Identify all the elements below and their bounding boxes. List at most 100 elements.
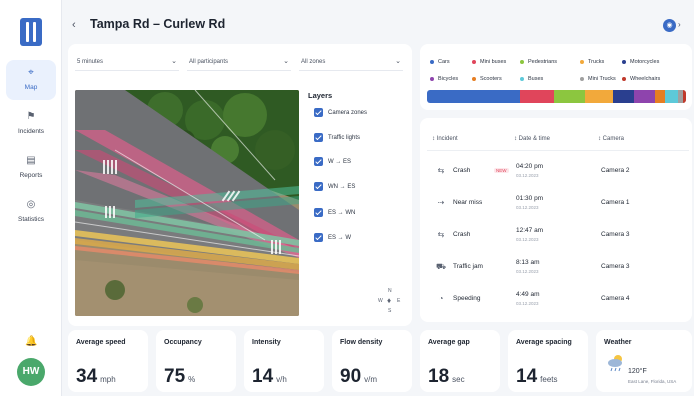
weather-card: Weather 120°F East Lane, Florida, USA [596,330,692,392]
sidebar-item-reports[interactable]: ▤ Reports [6,148,56,188]
column-label: Incident [436,136,458,142]
legend-label: Mini buses [480,59,507,65]
legend-item[interactable]: Mini buses [472,58,506,66]
layer-wn-es[interactable]: WN → ES [314,182,355,194]
stat-average-gap: Average gap 18 sec [420,330,500,392]
new-badge: NEW [494,168,509,173]
column-incident[interactable]: ↕ Incident [432,136,458,142]
stat-number: 14 [516,366,538,387]
traffic-jam-icon: ⛟ [436,262,447,271]
stat-label: Flow density [340,339,383,346]
layer-es-wn[interactable]: ES → WN [314,208,355,220]
legend-dot-icon [430,76,434,81]
column-label: Date & time [518,136,551,142]
legend-item[interactable]: Trucks [580,58,604,66]
page-title: Tampa Rd – Curlew Rd [90,17,226,31]
speeding-icon: ◔ [438,294,444,303]
legend-label: Wheelchairs [630,76,661,82]
checkbox-checked[interactable] [314,208,323,217]
distribution-segment [613,90,635,103]
divider [427,150,689,151]
layer-label: WN → ES [328,184,356,191]
legend-label: Trucks [588,59,605,65]
incident-time: 04:20 pm [516,163,544,170]
compass-s: S [388,308,392,314]
zones-select[interactable]: All zones ⌄ [299,55,403,71]
stat-number: 34 [76,366,98,387]
incident-camera: Camera 4 [601,295,630,302]
map-pin-icon: ⌖ [28,67,34,78]
legend-dot-icon [472,59,476,64]
stat-unit: mph [100,375,116,384]
stat-intensity: Intensity 14 v/h [244,330,324,392]
avatar[interactable]: HW [17,358,45,386]
incident-time: 12:47 am [516,227,544,234]
compass-w: W [378,298,383,304]
table-row[interactable]: ⇆ Crash NEW 04:20 pm 03.12.2023 Camera 2 [420,156,692,186]
incident-time: 01:30 pm [516,195,544,202]
compass-e: E [397,298,401,304]
column-camera[interactable]: ↕ Camera [598,136,624,142]
participants-select[interactable]: All participants ⌄ [187,55,291,71]
chevron-right-icon[interactable]: › [678,20,688,31]
column-datetime[interactable]: ↕ Date & time [514,136,550,142]
table-row[interactable]: ◔ Speeding 4:49 am 03.12.2023 Camera 4 [420,284,692,314]
legend-item[interactable]: Cars [430,58,450,66]
zones-select-value: All zones [301,59,326,65]
layer-camera-zones[interactable]: Camera zones [314,108,367,120]
stat-label: Weather [604,339,632,346]
legend-dot-icon [520,59,524,64]
incident-date: 03.12.2023 [516,269,539,274]
checkbox-checked[interactable] [314,157,323,166]
stat-value: 18 sec [428,366,465,388]
stat-value: 90 v/m [340,366,377,388]
stat-value: 75% [164,366,195,388]
sidebar: ⌖ Map ⚑ Incidents ▤ Reports ◎ Statistics… [0,0,62,396]
sidebar-item-label: Statistics [17,216,44,223]
chevron-down-icon: ⌄ [283,58,289,65]
legend-item[interactable]: Motorcycles [622,58,659,66]
legend-item[interactable]: Bicycles [430,75,458,83]
incident-name: Speeding [453,295,481,302]
sidebar-item-label: Map [24,84,38,91]
chevron-down-icon: ⌄ [171,58,177,65]
camera-icon[interactable]: ◉ [663,19,676,32]
stat-label: Occupancy [164,339,202,346]
layer-w-es[interactable]: W → ES [314,157,351,169]
legend-item[interactable]: Mini Trucks [580,75,616,83]
checkbox-checked[interactable] [314,108,323,117]
stat-label: Average speed [76,339,126,346]
stat-average-spacing: Average spacing 14 feets [508,330,588,392]
table-row[interactable]: ⛟ Traffic jam 8:13 am 03.12.2023 Camera … [420,252,692,282]
legend-item[interactable]: Wheelchairs [622,75,660,83]
chevron-left-icon[interactable]: ‹ [72,19,76,31]
legend-item[interactable]: Buses [520,75,543,83]
sidebar-item-incidents[interactable]: ⚑ Incidents [6,104,56,144]
layer-es-w[interactable]: ES → W [314,233,351,245]
bell-icon[interactable]: 🔔 [25,336,37,348]
app-logo[interactable] [20,18,42,46]
incident-name: Near miss [453,199,483,206]
distribution-segment [665,90,679,103]
checkbox-checked[interactable] [314,233,323,242]
stat-average-speed: Average speed 34 mph [68,330,148,392]
sidebar-item-map[interactable]: ⌖ Map [6,60,56,100]
layer-traffic-lights[interactable]: Traffic lights [314,133,360,145]
distribution-segment [584,90,614,103]
layer-label: Traffic lights [328,135,361,142]
checkbox-checked[interactable] [314,133,323,142]
legend-item[interactable]: Scooters [472,75,502,83]
legend-item[interactable]: Pedestrians [520,58,557,66]
interval-select[interactable]: 5 minutes ⌄ [75,55,179,71]
compass-n: N [388,288,392,294]
table-row[interactable]: ⇢ Near miss 01:30 pm 03.12.2023 Camera 1 [420,188,692,218]
checkbox-checked[interactable] [314,182,323,191]
crash-icon: ⇆ [437,230,445,239]
table-row[interactable]: ⇆ Crash 12:47 am 03.12.2023 Camera 3 [420,220,692,250]
sidebar-item-statistics[interactable]: ◎ Statistics [6,192,56,232]
distribution-segment [427,90,521,103]
stat-occupancy: Occupancy 75% [156,330,236,392]
intersection-map[interactable] [75,90,299,316]
stat-label: Intensity [252,339,281,346]
incident-camera: Camera 1 [601,199,630,206]
